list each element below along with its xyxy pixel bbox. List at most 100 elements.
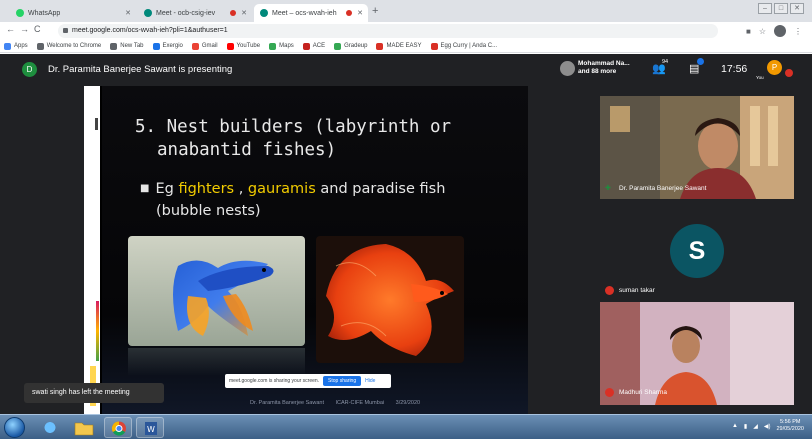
participant-avatar: S — [670, 224, 724, 278]
svg-text:W: W — [147, 425, 155, 434]
meeting-clock: 17:56 — [721, 63, 748, 75]
tab-label: Meet – ocs-wvah-ieh — [272, 9, 337, 17]
bookmark-label: Apps — [14, 43, 28, 49]
bookmark-item[interactable]: Welcome to Chrome — [36, 42, 101, 50]
share-notice-text: meet.google.com is sharing your screen. — [229, 378, 320, 384]
back-arrow-icon[interactable]: ← — [6, 24, 15, 34]
tab-meet-active[interactable]: Meet – ocs-wvah-ieh ✕ — [254, 4, 368, 22]
bookmark-item[interactable]: Exergio — [152, 42, 183, 50]
bookmark-icon — [334, 42, 342, 50]
tab-meet-1[interactable]: Meet - ocb-csig-iev ✕ — [138, 4, 252, 22]
tab-whatsapp[interactable]: WhatsApp ✕ — [10, 4, 136, 22]
screen-share-notice: meet.google.com is sharing your screen. … — [225, 374, 391, 388]
tile-presenter[interactable]: ✚ Dr. Paramita Banerjee Sawant — [600, 96, 794, 199]
folder-icon[interactable] — [70, 417, 98, 438]
browser-tab-strip: WhatsApp ✕ Meet - ocb-csig-iev ✕ Meet – … — [0, 0, 812, 22]
recording-icon — [230, 10, 236, 16]
address-bar[interactable]: meet.google.com/ocs-wvah-ieh?pli=1&authu… — [58, 24, 718, 38]
chrome-icon[interactable] — [104, 417, 132, 438]
slide-footer: Dr. Paramita Banerjee Sawant ICAR-CIFE M… — [250, 400, 430, 406]
reload-icon[interactable]: C — [34, 24, 41, 34]
participant-avatar — [560, 61, 575, 76]
profile-icon[interactable] — [774, 25, 786, 37]
bookmark-item[interactable]: ACE — [302, 42, 326, 50]
tile-name: Madhuri Sharma — [619, 389, 668, 396]
speaking-indicator-icon: ✚ — [605, 185, 611, 192]
close-icon[interactable]: ✕ — [125, 9, 131, 17]
meet-icon — [260, 9, 268, 17]
participants-line2: and 88 more — [578, 68, 617, 75]
bookmark-item[interactable]: MADE EASY — [376, 42, 422, 50]
slide: 5. Nest builders (labyrinth or anabantid… — [102, 86, 528, 414]
volume-icon[interactable]: ◀) — [764, 423, 771, 430]
maximize-button[interactable]: □ — [774, 3, 788, 14]
presentation-screen: 5. Nest builders (labyrinth or anabantid… — [84, 86, 528, 414]
presenting-label: Dr. Paramita Banerjee Sawant is presenti… — [48, 64, 233, 75]
left-meeting-toast: swati singh has left the meeting — [24, 383, 164, 403]
tray-date: 29/05/2020 — [776, 426, 804, 432]
new-tab-button[interactable]: + — [372, 5, 378, 17]
menu-icon[interactable]: ⋮ — [794, 27, 802, 36]
mic-muted-icon — [605, 388, 614, 397]
bookmark-label: MADE EASY — [386, 43, 422, 49]
tray-arrow-icon[interactable]: ▲ — [732, 423, 738, 429]
close-window-button[interactable]: ✕ — [790, 3, 804, 14]
bookmark-label: New Tab — [120, 43, 144, 49]
self-avatar[interactable]: P — [767, 60, 782, 75]
bullet-rest: and paradise fish — [320, 181, 446, 197]
presenter-video — [600, 96, 794, 199]
bookmarks-bar: Apps Welcome to Chrome New Tab Exergio Gmail… — [0, 40, 812, 53]
word-icon[interactable]: W — [136, 417, 164, 438]
slide-title-line2: anabantid fishes) — [157, 140, 337, 160]
stop-sharing-button[interactable]: Stop sharing — [323, 376, 362, 386]
close-icon[interactable]: ✕ — [241, 9, 247, 17]
bookmark-item[interactable]: New Tab — [110, 42, 144, 50]
whatsapp-icon — [16, 9, 24, 17]
tile-madhuri[interactable]: Madhuri Sharma — [600, 302, 794, 405]
bookmark-item[interactable]: YouTube — [226, 42, 261, 50]
recording-icon — [346, 10, 352, 16]
chat-notification-dot — [697, 58, 704, 65]
forward-arrow-icon[interactable]: → — [20, 24, 29, 34]
bookmark-item[interactable]: Apps — [4, 42, 28, 50]
tray-time: 5:56 PM — [779, 419, 801, 425]
bookmark-icon — [4, 42, 11, 50]
slide-title-line1: 5. Nest builders (labyrinth or — [135, 117, 452, 137]
start-button[interactable] — [4, 417, 25, 438]
network-icon[interactable]: ▮ — [744, 423, 747, 430]
bookmark-label: Maps — [279, 43, 294, 49]
meeting-stage: 5. Nest builders (labyrinth or anabantid… — [0, 84, 812, 414]
bookmark-label: ACE — [312, 43, 326, 49]
bookmark-icon — [152, 42, 160, 50]
participants-summary[interactable]: Mohammad Na... and 88 more — [578, 60, 630, 76]
camera-icon[interactable]: ■ — [746, 27, 751, 36]
bookmark-icon — [191, 42, 199, 50]
os-taskbar: W ▲ ▮ ◢ ◀) 5:56 PM 29/05/2020 — [0, 414, 812, 439]
bookmark-item[interactable]: Gmail — [191, 42, 218, 50]
tray-clock[interactable]: 5:56 PM 29/05/2020 — [776, 419, 804, 433]
bookmark-icon — [36, 42, 44, 50]
star-icon[interactable]: ☆ — [759, 27, 766, 36]
slide-color-strip — [96, 301, 99, 361]
bookmark-icon — [226, 42, 234, 50]
bookmark-label: Exergio — [162, 43, 183, 49]
slide-bullet: ■ Eg fighters , gauramis and paradise fis… — [140, 178, 500, 222]
mic-muted-icon — [785, 69, 793, 77]
bookmark-icon — [110, 42, 118, 50]
bookmark-item[interactable]: Gradeup — [334, 42, 367, 50]
system-tray: ▲ ▮ ◢ ◀) 5:56 PM 29/05/2020 — [732, 419, 804, 433]
ie-icon[interactable] — [36, 417, 64, 438]
meet-header: D Dr. Paramita Banerjee Sawant is presen… — [0, 54, 812, 84]
signal-icon[interactable]: ◢ — [753, 423, 758, 430]
close-icon[interactable]: ✕ — [357, 9, 363, 17]
bookmark-icon — [430, 42, 438, 50]
tile-name: Dr. Paramita Banerjee Sawant — [619, 185, 707, 192]
bullet-icon: ■ — [140, 183, 150, 194]
bookmark-label: YouTube — [236, 43, 261, 49]
slide-edge — [84, 86, 100, 414]
bookmark-item[interactable]: Maps — [269, 42, 294, 50]
minimize-button[interactable]: – — [758, 3, 772, 14]
bookmark-item[interactable]: Egg Curry | Anda C... — [430, 42, 497, 50]
participants-line1: Mohammad Na... — [578, 60, 630, 67]
hide-button[interactable]: Hide — [365, 378, 375, 384]
